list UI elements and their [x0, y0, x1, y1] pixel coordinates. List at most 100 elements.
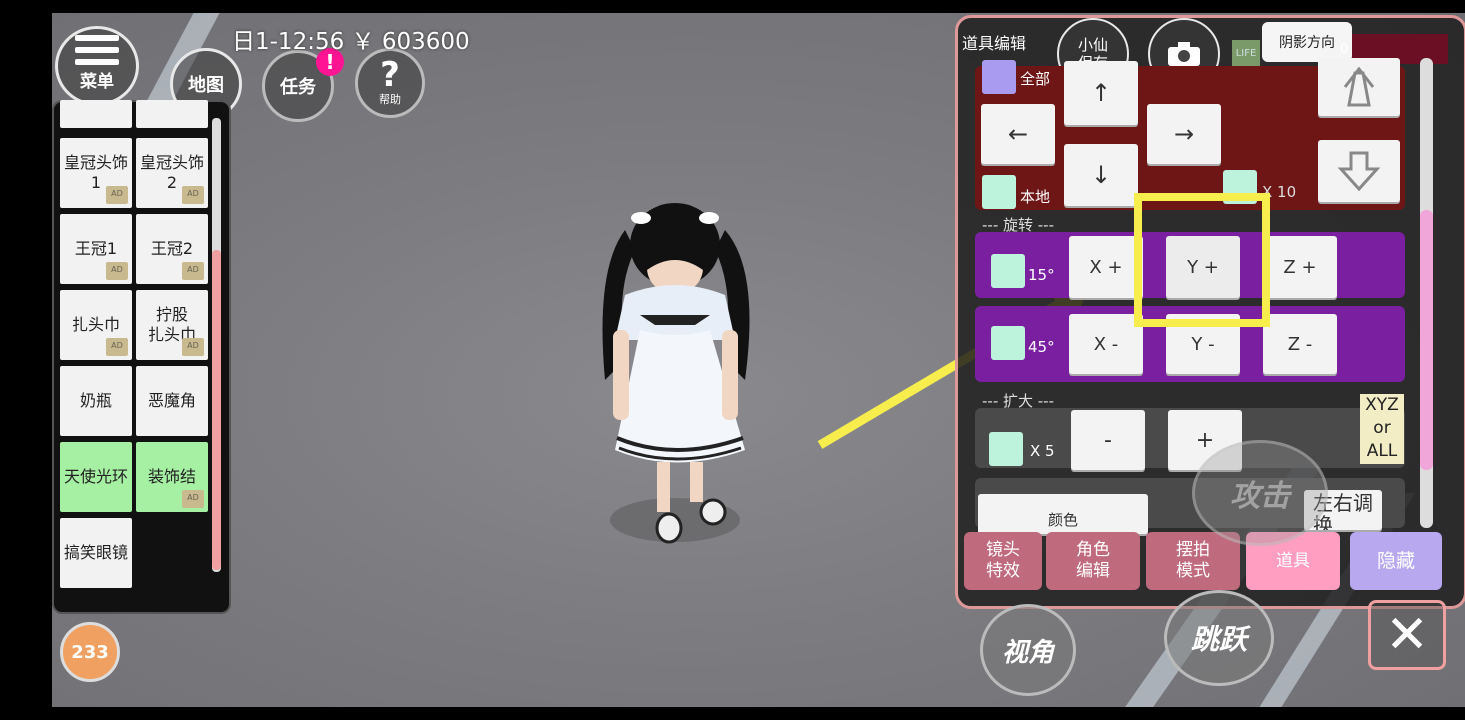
editor-scroll-thumb[interactable] [1420, 210, 1433, 470]
tab-camera-effects[interactable]: 镜头 特效 [964, 532, 1042, 590]
item-slot[interactable] [60, 100, 132, 128]
x5-swatch[interactable] [989, 432, 1023, 466]
x5-label: X 5 [1030, 442, 1055, 460]
shadow-direction-button[interactable]: 阴影方向 [1262, 22, 1352, 62]
rotate-z-plus-button[interactable]: Z + [1263, 236, 1337, 298]
xyz-all-toggle[interactable]: XYZ or ALL [1360, 394, 1404, 464]
menu-label: 菜单 [80, 71, 114, 92]
item-slot[interactable]: 扎头巾 AD [60, 290, 132, 360]
z-plus-label: Z + [1283, 256, 1317, 278]
item-label: 奶瓶 [79, 391, 112, 410]
map-label: 地图 [188, 75, 224, 96]
ad-lock-icon: AD [106, 338, 128, 356]
move-right-button[interactable]: → [1147, 104, 1221, 164]
item-slot[interactable]: 王冠2 AD [136, 214, 208, 284]
item-slot[interactable]: 搞笑眼镜 [60, 518, 132, 588]
color-label: 颜色 [1047, 511, 1078, 529]
y-minus-label: Y - [1191, 333, 1215, 355]
x-plus-label: X + [1089, 256, 1123, 278]
shadow-value: 0 [1340, 42, 1349, 57]
ad-lock-icon: AD [106, 262, 128, 280]
highlight-box [1134, 193, 1270, 327]
item-slot[interactable]: 王冠1 AD [60, 214, 132, 284]
help-icon: ? [380, 55, 400, 95]
item-label: 搞笑眼镜 [63, 543, 128, 562]
attack-label: 攻击 [1230, 479, 1290, 514]
local-label: 本地 [1020, 188, 1051, 206]
tab-hide[interactable]: 隐藏 [1350, 532, 1442, 590]
item-slot[interactable]: 恶魔角 [136, 366, 208, 436]
tab-pose-mode-label: 摆拍 模式 [1176, 540, 1210, 581]
arrow-left-icon: ← [1007, 120, 1029, 148]
tab-camera-effects-label: 镜头 特效 [986, 540, 1020, 581]
tab-character-edit-label: 角色 编辑 [1076, 540, 1110, 581]
ad-lock-icon: AD [182, 490, 204, 508]
move-down-button[interactable]: ↓ [1064, 144, 1138, 206]
notification-badge[interactable]: 233 [60, 622, 120, 682]
menu-button[interactable]: 菜单 [55, 26, 139, 106]
move-up-button[interactable]: ↑ [1064, 61, 1138, 125]
tab-hide-label: 隐藏 [1376, 549, 1415, 572]
tab-pose-mode[interactable]: 摆拍 模式 [1146, 532, 1240, 590]
jump-button[interactable]: 跳跃 [1164, 590, 1274, 686]
ad-lock-icon: AD [106, 186, 128, 204]
arrow-down-icon: ↓ [1090, 161, 1112, 189]
deg15-label: 15° [1028, 266, 1055, 284]
all-color-swatch[interactable] [982, 60, 1016, 94]
help-label: 帮助 [379, 93, 401, 106]
close-button[interactable]: ✕ [1368, 600, 1446, 670]
x-minus-label: X - [1093, 333, 1119, 355]
local-color-swatch[interactable] [982, 175, 1016, 209]
scale-down-button[interactable]: - [1071, 410, 1145, 470]
color-button[interactable]: 颜色 [978, 494, 1148, 534]
item-slot[interactable] [136, 100, 208, 128]
character-girl[interactable] [585, 190, 765, 570]
item-label: 恶魔角 [147, 391, 196, 410]
arrow-right-icon: → [1173, 120, 1195, 148]
life-indicator: LIFE [1232, 40, 1260, 66]
view-angle-button[interactable]: 视角 [980, 604, 1076, 696]
help-button[interactable]: ? 帮助 [355, 48, 425, 118]
deg15-swatch[interactable] [991, 254, 1025, 288]
minus-label: - [1104, 427, 1112, 453]
item-slot[interactable]: 装饰结 AD [136, 442, 208, 512]
rotate-z-minus-button[interactable]: Z - [1263, 314, 1337, 374]
raise-button[interactable] [1318, 58, 1400, 116]
close-icon: ✕ [1385, 605, 1429, 665]
item-slot[interactable]: 拧股 扎头巾 AD [136, 290, 208, 360]
z-minus-label: Z - [1287, 333, 1313, 355]
item-slot[interactable]: 皇冠头饰2 AD [136, 138, 208, 208]
attack-button[interactable]: 攻击 [1192, 440, 1328, 546]
tab-character-edit[interactable]: 角色 编辑 [1046, 532, 1140, 590]
lower-button[interactable] [1318, 140, 1400, 202]
item-slot[interactable]: 奶瓶 [60, 366, 132, 436]
item-label: 王冠2 [150, 239, 194, 258]
ad-lock-icon: AD [182, 338, 204, 356]
arrow-up-icon: ↑ [1090, 79, 1112, 107]
task-label: 任务 [280, 77, 316, 98]
tab-props-label: 道具 [1276, 550, 1310, 571]
item-slot[interactable]: 天使光环 [60, 442, 132, 512]
item-label: 装饰结 [147, 467, 196, 486]
move-left-button[interactable]: ← [981, 104, 1055, 164]
item-label: 王冠1 [74, 239, 118, 258]
jump-label: 跳跃 [1190, 623, 1247, 656]
plus-label: + [1195, 427, 1215, 453]
time-money-readout: 日1-12:56 ￥ 603600 [232, 29, 470, 55]
rotate-x-plus-button[interactable]: X + [1069, 236, 1143, 298]
ad-lock-icon: AD [182, 186, 204, 204]
ad-lock-icon: AD [182, 262, 204, 280]
hamburger-icon [75, 34, 119, 65]
deg45-swatch[interactable] [991, 326, 1025, 360]
item-scrollbar-thumb[interactable] [212, 250, 221, 570]
item-slot[interactable]: 皇冠头饰1 AD [60, 138, 132, 208]
view-label: 视角 [1001, 637, 1054, 668]
rotate-x-minus-button[interactable]: X - [1069, 314, 1143, 374]
all-label: 全部 [1020, 70, 1051, 88]
deg45-label: 45° [1028, 338, 1055, 356]
editor-title: 道具编辑 [962, 34, 1027, 53]
lift-up-icon [1343, 67, 1375, 107]
item-label: 扎头巾 [71, 315, 120, 334]
lower-down-icon [1337, 151, 1381, 191]
item-label: 天使光环 [63, 467, 128, 486]
